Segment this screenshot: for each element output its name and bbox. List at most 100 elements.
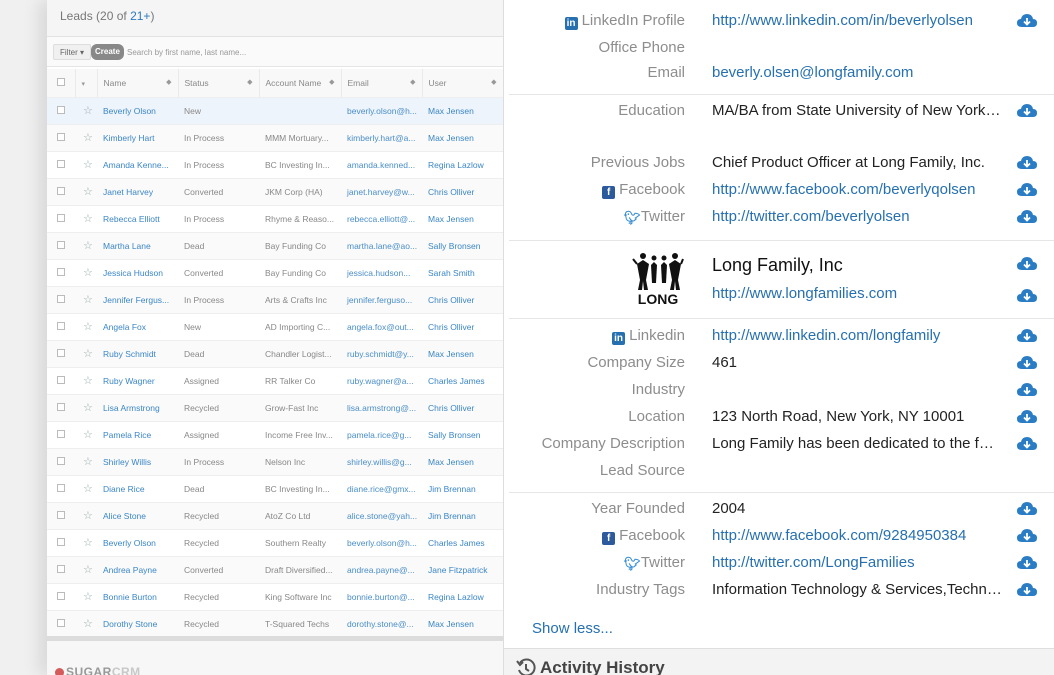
lead-email-link[interactable]: kimberly.hart@a... <box>341 124 422 152</box>
lead-name-link[interactable]: Alice Stone <box>97 502 178 530</box>
lead-email-link[interactable]: pamela.rice@g... <box>341 421 422 449</box>
lead-name-link[interactable]: Angela Fox <box>97 313 178 341</box>
table-row[interactable]: ☆ Ruby Schmidt Dead Chandler Logist... ruby.… <box>47 340 503 368</box>
lead-email-link[interactable]: jessica.hudson... <box>341 259 422 287</box>
table-row[interactable]: ☆ Janet Harvey Converted JKM Corp (HA) janet… <box>47 178 503 206</box>
table-row[interactable]: ☆ Andrea Payne Converted Draft Diversified.… <box>47 556 503 584</box>
row-checkbox[interactable] <box>47 556 75 584</box>
table-row[interactable]: ☆ Rebecca Elliott In Process Rhyme & Reaso.… <box>47 205 503 233</box>
cloud-download-icon[interactable] <box>1017 288 1037 303</box>
table-row[interactable]: ☆ Dorothy Stone Recycled T-Squared Techs dor… <box>47 610 503 638</box>
cloud-download-icon[interactable] <box>1017 256 1037 271</box>
lead-user-link[interactable]: Charles James <box>422 367 503 395</box>
table-row[interactable]: ☆ Angela Fox New AD Importing C... angela.fo… <box>47 313 503 341</box>
table-row[interactable]: ☆ Shirley Willis In Process Nelson Inc shirl… <box>47 448 503 476</box>
row-checkbox[interactable] <box>47 448 75 476</box>
row-checkbox[interactable] <box>47 340 75 368</box>
lead-name-link[interactable]: Bonnie Burton <box>97 583 178 611</box>
table-row[interactable]: ☆ Ruby Wagner Assigned RR Talker Co ruby.wag… <box>47 367 503 395</box>
row-checkbox[interactable] <box>47 583 75 611</box>
lead-user-link[interactable]: Regina Lazlow <box>422 151 503 179</box>
lead-user-link[interactable]: Sarah Smith <box>422 259 503 287</box>
cloud-download-icon[interactable] <box>1017 555 1037 570</box>
table-row[interactable]: ☆ Lisa Armstrong Recycled Grow-Fast Inc lisa… <box>47 394 503 422</box>
create-filter-button[interactable]: Create <box>91 44 124 60</box>
lead-email-link[interactable]: ruby.schmidt@y... <box>341 340 422 368</box>
linkedin-profile-link[interactable]: http://www.linkedin.com/in/beverlyolsen <box>712 12 1002 29</box>
row-checkbox[interactable] <box>47 502 75 530</box>
favorite-star[interactable]: ☆ <box>75 556 97 584</box>
lead-name-link[interactable]: Jessica Hudson <box>97 259 178 287</box>
lead-email-link[interactable]: diane.rice@gmx... <box>341 475 422 503</box>
facebook-link[interactable]: http://www.facebook.com/beverlyqolsen <box>712 181 1002 198</box>
favorite-star[interactable]: ☆ <box>75 367 97 395</box>
lead-user-link[interactable]: Regina Lazlow <box>422 583 503 611</box>
row-checkbox[interactable] <box>47 205 75 233</box>
lead-name-link[interactable]: Amanda Kenne... <box>97 151 178 179</box>
table-row[interactable]: ☆ Beverly Olson Recycled Southern Realty bev… <box>47 529 503 557</box>
lead-user-link[interactable]: Max Jensen <box>422 610 503 638</box>
favorite-star[interactable]: ☆ <box>75 421 97 449</box>
cloud-download-icon[interactable] <box>1017 409 1037 424</box>
favorite-star[interactable]: ☆ <box>75 97 97 125</box>
table-row[interactable]: ☆ Bonnie Burton Recycled King Software Inc b… <box>47 583 503 611</box>
column-header-email[interactable]: Email ◆ <box>341 69 423 98</box>
favorite-star[interactable]: ☆ <box>75 259 97 287</box>
lead-email-link[interactable]: ruby.wagner@a... <box>341 367 422 395</box>
lead-name-link[interactable]: Janet Harvey <box>97 178 178 206</box>
favorite-star[interactable]: ☆ <box>75 151 97 179</box>
lead-email-link[interactable]: rebecca.elliott@... <box>341 205 422 233</box>
table-row[interactable]: ☆ Amanda Kenne... In Process BC Investing I… <box>47 151 503 179</box>
cloud-download-icon[interactable] <box>1017 382 1037 397</box>
lead-user-link[interactable]: Chris Olliver <box>422 178 503 206</box>
lead-name-link[interactable]: Diane Rice <box>97 475 178 503</box>
lead-name-link[interactable]: Martha Lane <box>97 232 178 260</box>
company-facebook-link[interactable]: http://www.facebook.com/9284950384 <box>712 527 1002 544</box>
lead-email-link[interactable]: jennifer.ferguso... <box>341 286 422 314</box>
row-checkbox[interactable] <box>47 529 75 557</box>
lead-email-link[interactable]: andrea.payne@... <box>341 556 422 584</box>
row-checkbox[interactable] <box>47 475 75 503</box>
lead-name-link[interactable]: Beverly Olson <box>97 97 178 125</box>
table-row[interactable]: ☆ Alice Stone Recycled AtoZ Co Ltd alice.sto… <box>47 502 503 530</box>
lead-user-link[interactable]: Chris Olliver <box>422 313 503 341</box>
favorite-star[interactable]: ☆ <box>75 529 97 557</box>
lead-email-link[interactable]: alice.stone@yah... <box>341 502 422 530</box>
lead-email-link[interactable]: beverly.olson@h... <box>341 529 422 557</box>
column-header-account[interactable]: Account Name ◆ <box>259 69 342 98</box>
lead-name-link[interactable]: Shirley Willis <box>97 448 178 476</box>
company-linkedin-link[interactable]: http://www.linkedin.com/longfamily <box>712 327 1002 344</box>
leads-search-input[interactable] <box>127 44 497 60</box>
lead-name-link[interactable]: Beverly Olson <box>97 529 178 557</box>
lead-name-link[interactable]: Andrea Payne <box>97 556 178 584</box>
favorite-star[interactable]: ☆ <box>75 394 97 422</box>
filter-button[interactable]: Filter ▾ <box>53 44 92 60</box>
company-twitter-link[interactable]: http://twitter.com/LongFamilies <box>712 554 1002 571</box>
lead-user-link[interactable]: Sally Bronsen <box>422 232 503 260</box>
favorite-star[interactable]: ☆ <box>75 475 97 503</box>
show-less-link[interactable]: Show less... <box>532 620 613 637</box>
row-checkbox[interactable] <box>47 313 75 341</box>
row-checkbox[interactable] <box>47 232 75 260</box>
favorite-star[interactable]: ☆ <box>75 205 97 233</box>
cloud-download-icon[interactable] <box>1017 13 1037 28</box>
table-row[interactable]: ☆ Pamela Rice Assigned Income Free Inv... pa… <box>47 421 503 449</box>
lead-email-link[interactable]: martha.lane@ao... <box>341 232 422 260</box>
lead-name-link[interactable]: Ruby Wagner <box>97 367 178 395</box>
lead-email-link[interactable]: shirley.willis@g... <box>341 448 422 476</box>
lead-user-link[interactable]: Max Jensen <box>422 340 503 368</box>
lead-name-link[interactable]: Dorothy Stone <box>97 610 178 638</box>
lead-name-link[interactable]: Kimberly Hart <box>97 124 178 152</box>
lead-user-link[interactable]: Max Jensen <box>422 205 503 233</box>
lead-user-link[interactable]: Charles James <box>422 529 503 557</box>
lead-user-link[interactable]: Max Jensen <box>422 124 503 152</box>
cloud-download-icon[interactable] <box>1017 501 1037 516</box>
lead-email-link[interactable]: amanda.kenned... <box>341 151 422 179</box>
lead-name-link[interactable]: Ruby Schmidt <box>97 340 178 368</box>
column-header-status[interactable]: Status ◆ <box>178 69 260 98</box>
lead-user-link[interactable]: Sally Bronsen <box>422 421 503 449</box>
lead-email-link[interactable]: lisa.armstrong@... <box>341 394 422 422</box>
favorite-star[interactable]: ☆ <box>75 313 97 341</box>
lead-user-link[interactable]: Chris Olliver <box>422 394 503 422</box>
row-checkbox[interactable] <box>47 259 75 287</box>
